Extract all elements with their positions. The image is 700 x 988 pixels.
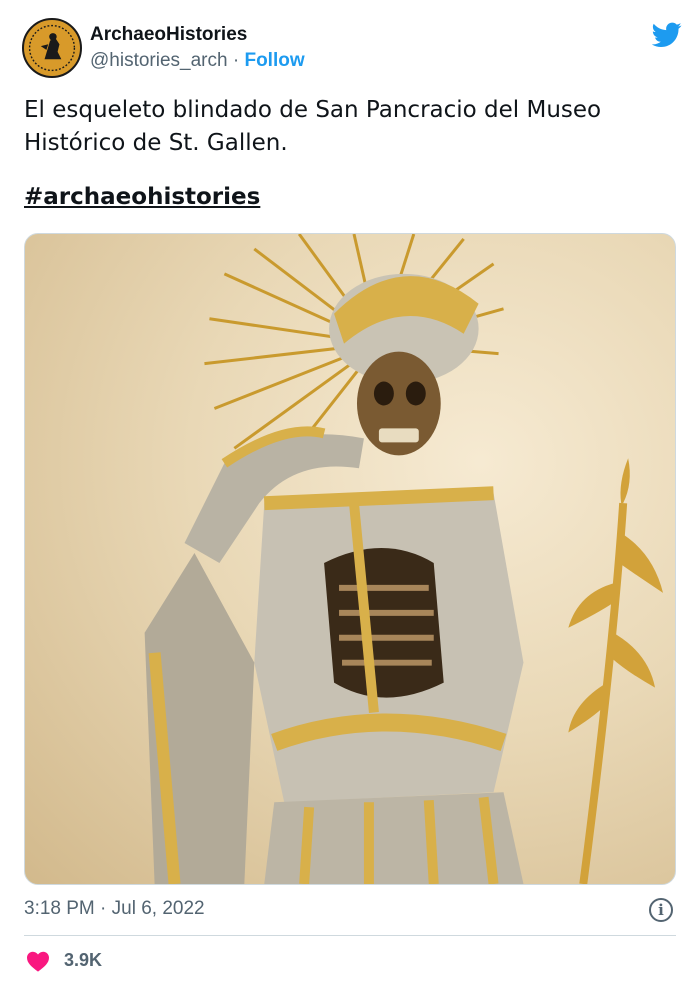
handle[interactable]: @histories_arch xyxy=(90,50,228,71)
tweet-header: ArchaeoHistories @histories_arch · Follo… xyxy=(22,18,682,80)
divider xyxy=(24,935,676,936)
avatar-emblem-icon xyxy=(24,20,80,76)
armored-skeleton-image xyxy=(144,234,664,884)
tweet-photo[interactable] xyxy=(24,233,676,885)
like-count[interactable]: 3.9K xyxy=(64,950,102,971)
hashtag-link[interactable]: #archaeohistories xyxy=(24,184,260,210)
tweet-text: El esqueleto blindado de San Pancracio d… xyxy=(24,97,602,156)
display-name[interactable]: ArchaeoHistories xyxy=(90,24,247,46)
info-icon[interactable]: i xyxy=(649,898,673,922)
tweet-timestamp[interactable]: 3:18 PM · Jul 6, 2022 xyxy=(24,898,205,920)
follow-button[interactable]: Follow xyxy=(244,50,304,71)
heart-icon[interactable] xyxy=(26,950,50,972)
twitter-bird-icon[interactable] xyxy=(652,22,682,48)
avatar[interactable] xyxy=(22,18,82,78)
separator: · xyxy=(227,50,245,71)
handle-row: @histories_arch · Follow xyxy=(90,50,305,72)
